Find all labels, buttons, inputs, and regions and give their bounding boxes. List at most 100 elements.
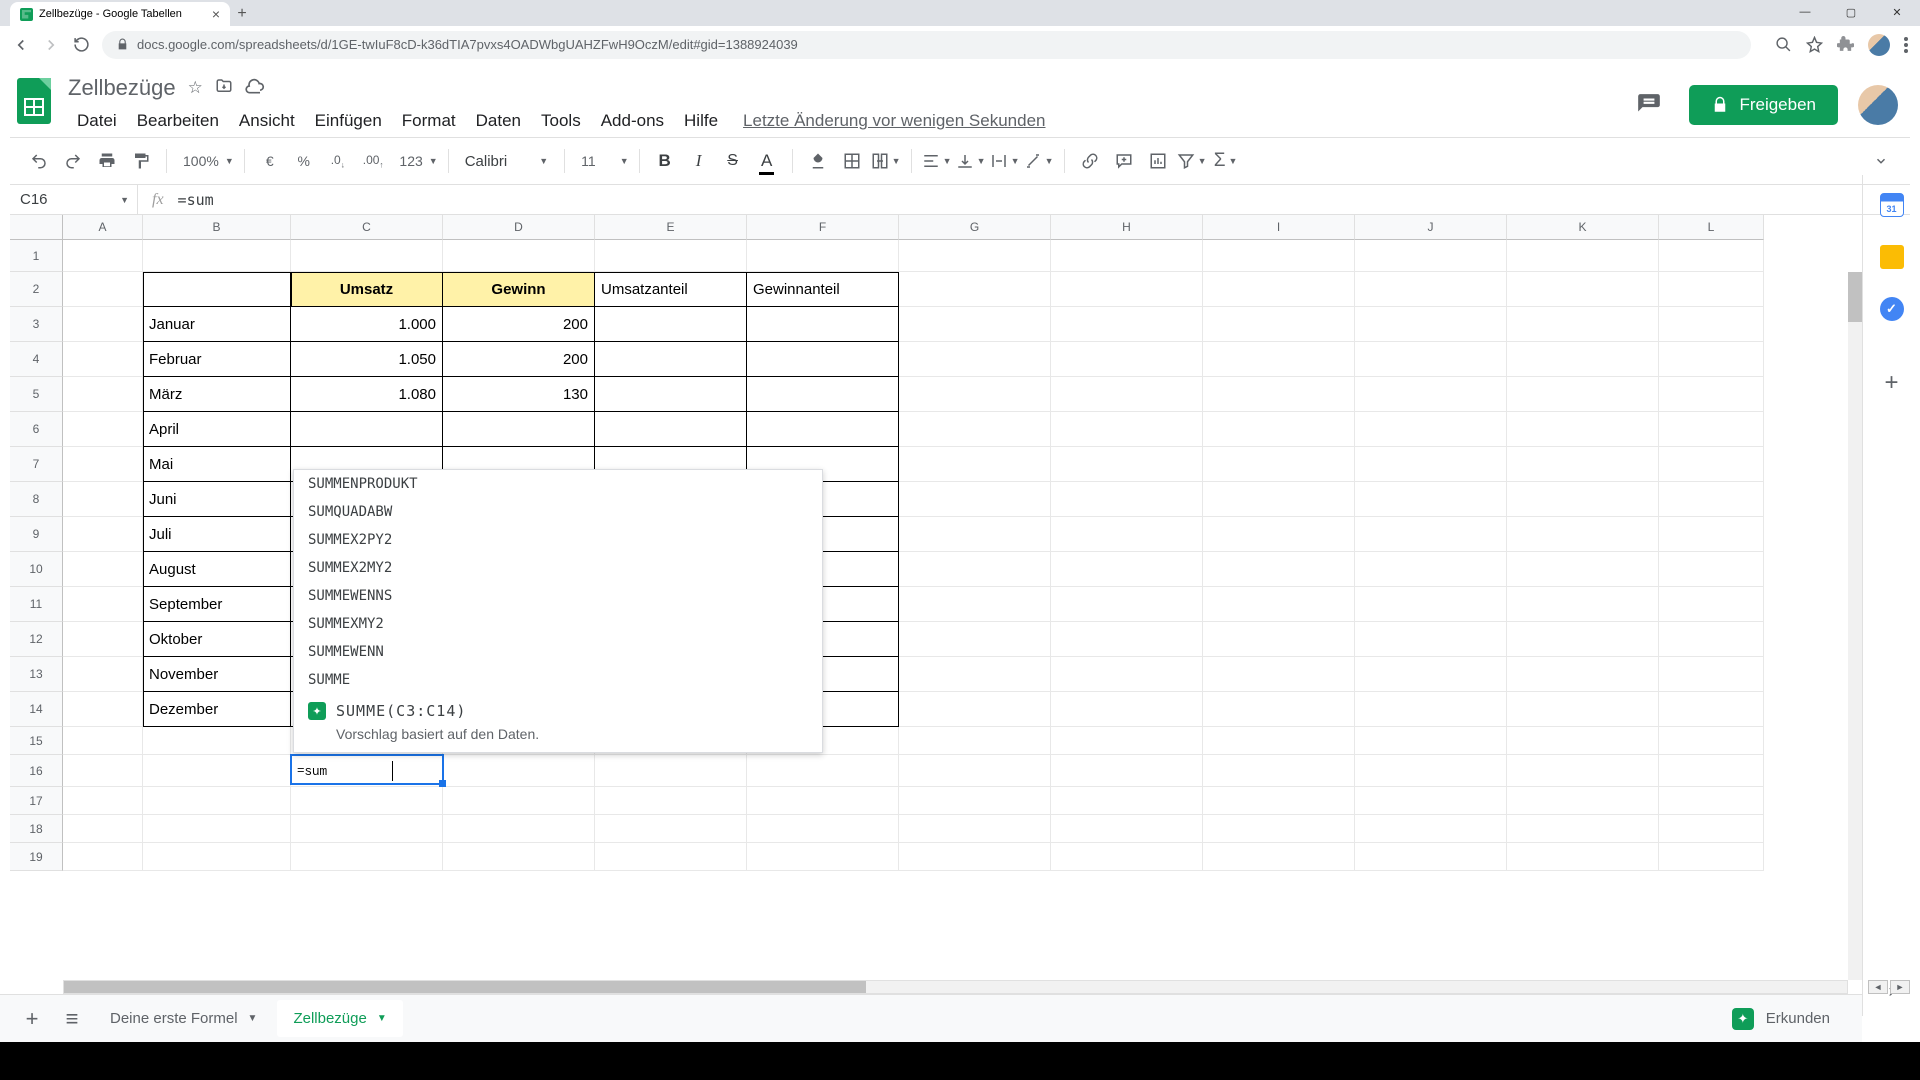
move-doc-icon[interactable] [215, 77, 233, 100]
cell-I9[interactable] [1203, 517, 1355, 552]
sheets-logo-icon[interactable] [10, 71, 58, 131]
autocomplete-item[interactable]: SUMMEWENNS [294, 582, 822, 610]
col-header-K[interactable]: K [1507, 215, 1659, 240]
cell-D17[interactable] [443, 787, 595, 815]
cell-K15[interactable] [1507, 727, 1659, 755]
cell-H11[interactable] [1051, 587, 1203, 622]
cell-E6[interactable] [595, 412, 747, 447]
cell-G5[interactable] [899, 377, 1051, 412]
cell-J2[interactable] [1355, 272, 1507, 307]
cell-J16[interactable] [1355, 755, 1507, 787]
cell-K9[interactable] [1507, 517, 1659, 552]
cell-B12[interactable]: Oktober [143, 622, 291, 657]
cell-C18[interactable] [291, 815, 443, 843]
cell-K2[interactable] [1507, 272, 1659, 307]
cell-C3[interactable]: 1.000 [291, 307, 443, 342]
cell-J10[interactable] [1355, 552, 1507, 587]
halign-button[interactable]: ▼ [922, 146, 952, 176]
rotate-text-button[interactable]: ▼ [1024, 146, 1054, 176]
editing-cell[interactable]: =sum [290, 754, 444, 785]
col-header-G[interactable]: G [899, 215, 1051, 240]
cell-H13[interactable] [1051, 657, 1203, 692]
chrome-menu-icon[interactable] [1904, 37, 1908, 53]
number-format-select[interactable]: 123▼ [393, 146, 437, 176]
merge-button[interactable]: ▼ [871, 146, 901, 176]
row-header[interactable]: 6 [10, 412, 63, 447]
cell-I11[interactable] [1203, 587, 1355, 622]
italic-button[interactable]: I [684, 146, 714, 176]
autocomplete-item[interactable]: SUMME [294, 666, 822, 694]
cell-L18[interactable] [1659, 815, 1764, 843]
cell-A10[interactable] [63, 552, 143, 587]
cell-D2[interactable]: Gewinn [443, 272, 595, 307]
autocomplete-item[interactable]: SUMMEX2MY2 [294, 554, 822, 582]
cell-J12[interactable] [1355, 622, 1507, 657]
link-button[interactable] [1075, 146, 1105, 176]
cell-G9[interactable] [899, 517, 1051, 552]
cell-K14[interactable] [1507, 692, 1659, 727]
cell-J7[interactable] [1355, 447, 1507, 482]
bold-button[interactable]: B [650, 146, 680, 176]
cell-J1[interactable] [1355, 240, 1507, 272]
cell-L14[interactable] [1659, 692, 1764, 727]
cell-K6[interactable] [1507, 412, 1659, 447]
cell-C4[interactable]: 1.050 [291, 342, 443, 377]
row-header[interactable]: 13 [10, 657, 63, 692]
row-header[interactable]: 18 [10, 815, 63, 843]
cell-A15[interactable] [63, 727, 143, 755]
cell-A9[interactable] [63, 517, 143, 552]
cell-G8[interactable] [899, 482, 1051, 517]
cell-K7[interactable] [1507, 447, 1659, 482]
valign-button[interactable]: ▼ [956, 146, 986, 176]
cell-L8[interactable] [1659, 482, 1764, 517]
menu-datei[interactable]: Datei [68, 107, 126, 135]
cell-I7[interactable] [1203, 447, 1355, 482]
row-header[interactable]: 15 [10, 727, 63, 755]
cell-H14[interactable] [1051, 692, 1203, 727]
cell-L5[interactable] [1659, 377, 1764, 412]
col-header-D[interactable]: D [443, 215, 595, 240]
col-header-F[interactable]: F [747, 215, 899, 240]
text-color-button[interactable]: A [752, 146, 782, 176]
cell-J13[interactable] [1355, 657, 1507, 692]
undo-button[interactable] [24, 146, 54, 176]
cell-A14[interactable] [63, 692, 143, 727]
row-header[interactable]: 11 [10, 587, 63, 622]
cell-C5[interactable]: 1.080 [291, 377, 443, 412]
select-all-corner[interactable] [10, 215, 63, 240]
cell-H17[interactable] [1051, 787, 1203, 815]
profile-avatar-icon[interactable] [1868, 34, 1890, 56]
doc-title[interactable]: Zellbezüge [68, 75, 176, 101]
cell-G4[interactable] [899, 342, 1051, 377]
cell-G14[interactable] [899, 692, 1051, 727]
autocomplete-item[interactable]: SUMMENPRODUKT [294, 470, 822, 498]
cell-D4[interactable]: 200 [443, 342, 595, 377]
cell-H15[interactable] [1051, 727, 1203, 755]
cell-L16[interactable] [1659, 755, 1764, 787]
cell-C17[interactable] [291, 787, 443, 815]
cell-K8[interactable] [1507, 482, 1659, 517]
cell-I4[interactable] [1203, 342, 1355, 377]
cell-J11[interactable] [1355, 587, 1507, 622]
all-sheets-button[interactable]: ≡ [54, 1001, 90, 1037]
cell-I15[interactable] [1203, 727, 1355, 755]
row-header[interactable]: 19 [10, 843, 63, 871]
cell-L15[interactable] [1659, 727, 1764, 755]
row-header[interactable]: 8 [10, 482, 63, 517]
cell-K4[interactable] [1507, 342, 1659, 377]
cell-I13[interactable] [1203, 657, 1355, 692]
cell-I16[interactable] [1203, 755, 1355, 787]
menu-addons[interactable]: Add-ons [592, 107, 673, 135]
cell-D5[interactable]: 130 [443, 377, 595, 412]
zoom-select[interactable]: 100%▼ [177, 146, 234, 176]
cell-B19[interactable] [143, 843, 291, 871]
filter-button[interactable]: ▼ [1177, 146, 1207, 176]
cell-B3[interactable]: Januar [143, 307, 291, 342]
wrap-button[interactable]: ▼ [990, 146, 1020, 176]
cell-F16[interactable] [747, 755, 899, 787]
cloud-status-icon[interactable] [245, 76, 265, 101]
col-header-C[interactable]: C [291, 215, 443, 240]
col-header-L[interactable]: L [1659, 215, 1764, 240]
cell-B15[interactable] [143, 727, 291, 755]
cell-G18[interactable] [899, 815, 1051, 843]
